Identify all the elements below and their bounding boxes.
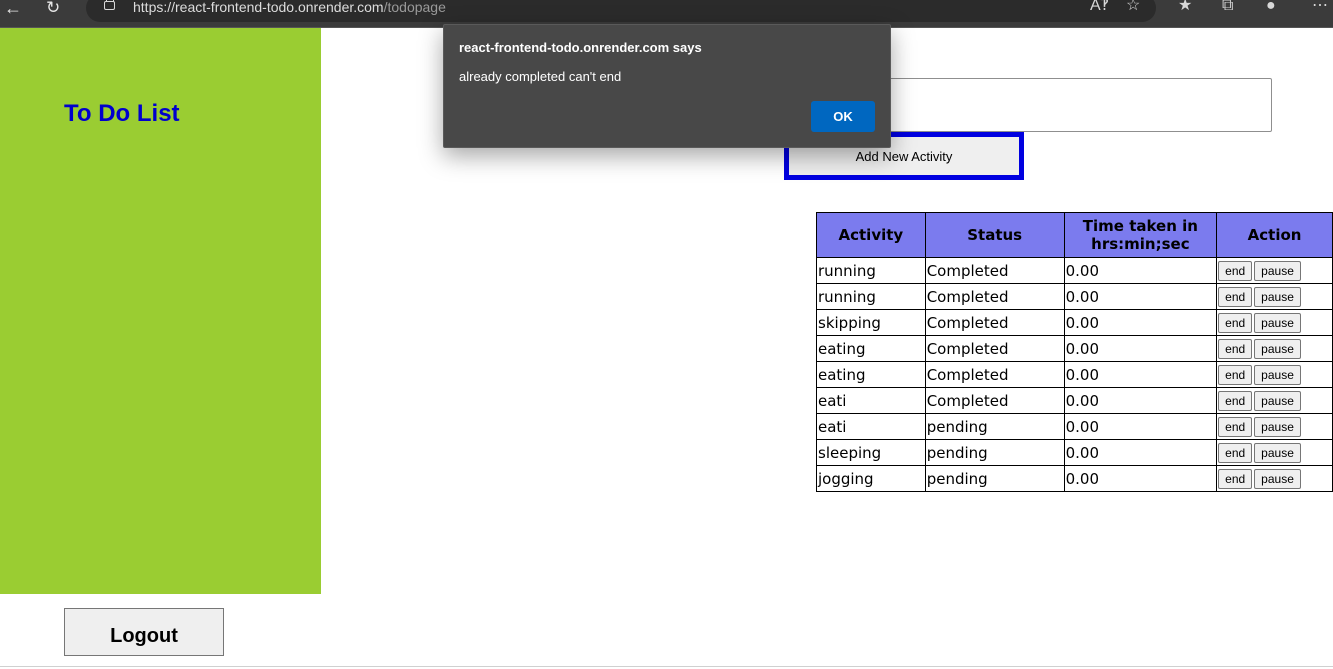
end-button[interactable]: end bbox=[1218, 286, 1253, 307]
favorites-icon[interactable]: ★ bbox=[1178, 0, 1192, 15]
time-cell: 0.00 bbox=[1063, 387, 1218, 414]
end-button[interactable]: end bbox=[1218, 442, 1253, 463]
activity-input[interactable] bbox=[860, 78, 1272, 132]
alert-dialog: react-frontend-todo.onrender.com says al… bbox=[443, 24, 891, 148]
action-cell: end pause bbox=[1216, 413, 1333, 440]
action-cell: end pause bbox=[1216, 465, 1333, 492]
divider bbox=[0, 666, 1333, 667]
activity-cell: jogging bbox=[816, 465, 926, 492]
pause-button[interactable]: pause bbox=[1254, 338, 1301, 359]
activity-cell: sleeping bbox=[816, 439, 926, 466]
reload-icon[interactable]: ↻ bbox=[46, 0, 64, 18]
activity-cell: running bbox=[816, 257, 926, 284]
url-host: https://react-frontend-todo.onrender.com bbox=[133, 0, 384, 15]
action-cell: end pause bbox=[1216, 361, 1333, 388]
action-cell: end pause bbox=[1216, 439, 1333, 466]
status-cell: Completed bbox=[924, 387, 1065, 414]
activity-cell: eati bbox=[816, 387, 926, 414]
activity-table: Activity Status Time taken in hrs:min;se… bbox=[816, 212, 1333, 492]
url-text[interactable]: https://react-frontend-todo.onrender.com… bbox=[133, 0, 446, 16]
end-button[interactable]: end bbox=[1218, 364, 1253, 385]
status-cell: Completed bbox=[924, 361, 1065, 388]
time-cell: 0.00 bbox=[1063, 413, 1218, 440]
activity-cell: skipping bbox=[816, 309, 926, 336]
action-cell: end pause bbox=[1216, 283, 1333, 310]
back-arrow-icon[interactable]: ← bbox=[4, 0, 22, 18]
table-header-row: Activity Status Time taken in hrs:min;se… bbox=[816, 212, 1333, 258]
table-row: eating Completed 0.00 end pause bbox=[816, 361, 1333, 388]
lock-icon[interactable] bbox=[104, 0, 115, 10]
page-title: To Do List bbox=[64, 100, 180, 127]
activity-cell: eating bbox=[816, 361, 926, 388]
end-button[interactable]: end bbox=[1218, 468, 1253, 489]
action-cell: end pause bbox=[1216, 257, 1333, 284]
read-aloud-icon[interactable]: A‽ bbox=[1090, 0, 1109, 15]
time-cell: 0.00 bbox=[1063, 335, 1218, 362]
table-row: eati Completed 0.00 end pause bbox=[816, 387, 1333, 414]
logout-button[interactable]: Logout bbox=[64, 608, 224, 656]
time-cell: 0.00 bbox=[1063, 439, 1218, 466]
pause-button[interactable]: pause bbox=[1254, 416, 1301, 437]
table-row: running Completed 0.00 end pause bbox=[816, 283, 1333, 310]
pause-button[interactable]: pause bbox=[1254, 468, 1301, 489]
activity-cell: eating bbox=[816, 335, 926, 362]
header-status: Status bbox=[924, 212, 1065, 258]
table-row: jogging pending 0.00 end pause bbox=[816, 465, 1333, 492]
favorites-add-icon[interactable]: ☆ bbox=[1126, 0, 1140, 15]
table-row: eati pending 0.00 end pause bbox=[816, 413, 1333, 440]
activity-cell: running bbox=[816, 283, 926, 310]
collections-icon[interactable]: ⧉ bbox=[1222, 0, 1233, 15]
end-button[interactable]: end bbox=[1218, 338, 1253, 359]
status-cell: pending bbox=[924, 439, 1065, 466]
url-path: /todopage bbox=[383, 0, 446, 15]
time-cell: 0.00 bbox=[1063, 257, 1218, 284]
table-row: skipping Completed 0.00 end pause bbox=[816, 309, 1333, 336]
pause-button[interactable]: pause bbox=[1254, 442, 1301, 463]
table-row: running Completed 0.00 end pause bbox=[816, 257, 1333, 284]
pause-button[interactable]: pause bbox=[1254, 364, 1301, 385]
time-cell: 0.00 bbox=[1063, 309, 1218, 336]
time-cell: 0.00 bbox=[1063, 465, 1218, 492]
profile-icon[interactable]: ● bbox=[1266, 0, 1276, 15]
status-cell: pending bbox=[924, 413, 1065, 440]
more-icon[interactable]: ⋯ bbox=[1312, 0, 1328, 15]
ok-button[interactable]: OK bbox=[811, 101, 875, 132]
dialog-message: already completed can't end bbox=[459, 69, 622, 84]
action-cell: end pause bbox=[1216, 335, 1333, 362]
end-button[interactable]: end bbox=[1218, 416, 1253, 437]
end-button[interactable]: end bbox=[1218, 260, 1253, 281]
time-cell: 0.00 bbox=[1063, 361, 1218, 388]
action-cell: end pause bbox=[1216, 387, 1333, 414]
pause-button[interactable]: pause bbox=[1254, 286, 1301, 307]
pause-button[interactable]: pause bbox=[1254, 390, 1301, 411]
action-cell: end pause bbox=[1216, 309, 1333, 336]
status-cell: Completed bbox=[924, 283, 1065, 310]
status-cell: Completed bbox=[924, 309, 1065, 336]
table-container: Activity Status Time taken in hrs:min;se… bbox=[816, 212, 1333, 502]
header-activity: Activity bbox=[816, 212, 926, 258]
status-cell: Completed bbox=[924, 257, 1065, 284]
end-button[interactable]: end bbox=[1218, 312, 1253, 333]
table-row: eating Completed 0.00 end pause bbox=[816, 335, 1333, 362]
status-cell: Completed bbox=[924, 335, 1065, 362]
dialog-title: react-frontend-todo.onrender.com says bbox=[459, 40, 702, 55]
time-cell: 0.00 bbox=[1063, 283, 1218, 310]
end-button[interactable]: end bbox=[1218, 390, 1253, 411]
header-action: Action bbox=[1216, 212, 1333, 258]
pause-button[interactable]: pause bbox=[1254, 260, 1301, 281]
table-row: sleeping pending 0.00 end pause bbox=[816, 439, 1333, 466]
activity-cell: eati bbox=[816, 413, 926, 440]
pause-button[interactable]: pause bbox=[1254, 312, 1301, 333]
status-cell: pending bbox=[924, 465, 1065, 492]
header-time: Time taken in hrs:min;sec bbox=[1063, 212, 1218, 258]
